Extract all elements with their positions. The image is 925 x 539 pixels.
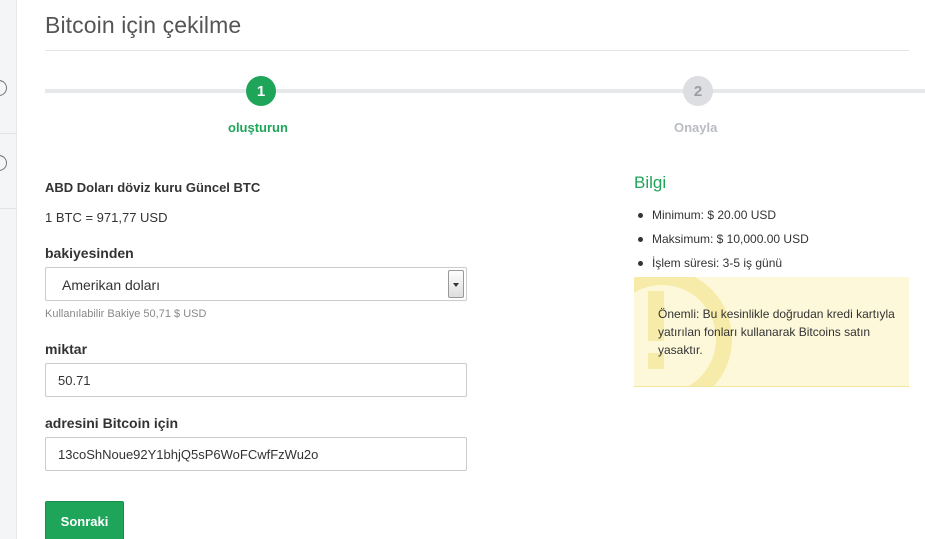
info-item-processing-time: İşlem süresi: 3-5 iş günü (638, 251, 809, 275)
bullet-icon (638, 260, 643, 266)
bullet-icon (638, 212, 643, 218)
next-button[interactable]: Sonraki (45, 501, 124, 539)
step-1-label: oluşturun (228, 120, 288, 135)
info-item-text: İşlem süresi: 3-5 iş günü (652, 256, 783, 270)
warning-text: Önemli: Bu kesinlikle doğrudan kredi kar… (658, 307, 895, 357)
currency-select-value: Amerikan doları (62, 277, 161, 293)
info-item-maximum: Maksimum: $ 10,000.00 USD (638, 227, 809, 251)
info-item-text: Minimum: $ 20.00 USD (652, 208, 777, 222)
stepper-track (45, 89, 925, 93)
step-1-indicator[interactable]: 1 (246, 76, 276, 106)
info-item-text: Maksimum: $ 10,000.00 USD (652, 232, 809, 246)
amount-label: miktar (45, 341, 88, 357)
bullet-icon (638, 236, 643, 242)
sidebar-circle-icon[interactable] (0, 80, 7, 96)
step-2-label: Onayla (674, 120, 718, 135)
exchange-rate-heading: ABD Doları döviz kuru Güncel BTC (45, 180, 261, 195)
chevron-down-icon[interactable] (448, 270, 464, 298)
currency-select[interactable]: Amerikan doları (45, 267, 467, 301)
available-balance-hint: Kullanılabilir Bakiye 50,71 $ USD (45, 308, 207, 320)
info-item-minimum: Minimum: $ 20.00 USD (638, 203, 809, 227)
info-title: Bilgi (634, 173, 667, 192)
sidebar-divider (0, 133, 17, 134)
exchange-rate-value: 1 BTC = 971,77 USD (45, 210, 168, 225)
info-list: Minimum: $ 20.00 USD Maksimum: $ 10,000.… (638, 203, 809, 275)
title-divider (45, 50, 909, 51)
warning-box: Önemli: Bu kesinlikle doğrudan kredi kar… (634, 277, 909, 387)
bitcoin-address-input[interactable]: 13coShNoue92Y1bhjQ5sP6WoFCwfFzWu2o (45, 437, 467, 471)
left-sidebar-rail (0, 0, 17, 539)
from-balance-label: bakiyesinden (45, 245, 134, 261)
sidebar-circle-icon[interactable] (0, 155, 7, 171)
sidebar-divider (0, 208, 17, 209)
step-2-indicator[interactable]: 2 (683, 76, 713, 106)
amount-input[interactable]: 50.71 (45, 363, 467, 397)
bitcoin-address-label: adresini Bitcoin için (45, 415, 179, 431)
page-title: Bitcoin için çekilme (45, 12, 242, 38)
